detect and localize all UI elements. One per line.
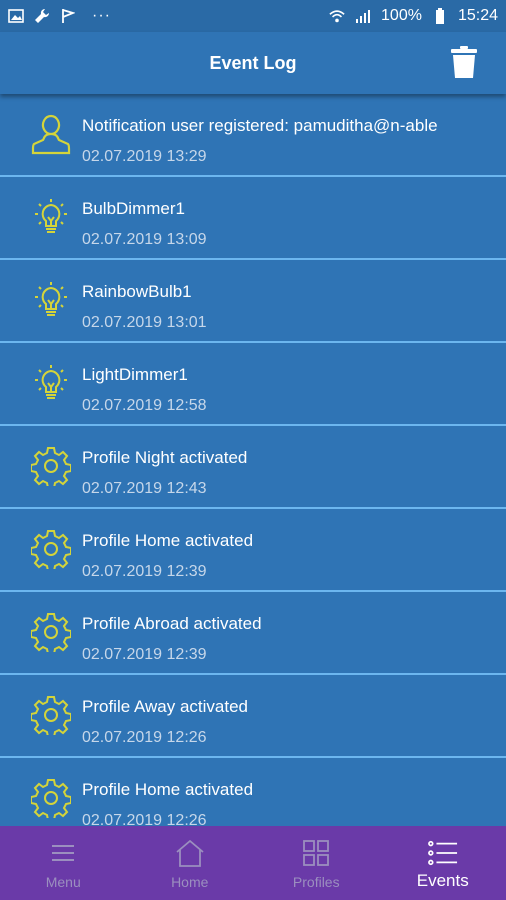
event-time: 02.07.2019 13:01 bbox=[82, 314, 207, 331]
nav-label-events: Events bbox=[416, 871, 469, 890]
event-time: 02.07.2019 12:26 bbox=[82, 729, 207, 746]
gear-icon bbox=[30, 527, 72, 571]
status-left: ··· bbox=[8, 7, 111, 25]
list-item[interactable]: Profile Abroad activated 02.07.2019 12:3… bbox=[0, 592, 506, 675]
person-icon bbox=[30, 112, 72, 156]
list-item[interactable]: Profile Night activated 02.07.2019 12:43 bbox=[0, 426, 506, 509]
nav-label-profiles: Profiles bbox=[292, 874, 340, 890]
gear-icon bbox=[30, 693, 72, 737]
page-title: Event Log bbox=[209, 52, 297, 73]
clear-log-button[interactable] bbox=[450, 44, 478, 80]
battery-icon bbox=[432, 8, 448, 24]
event-title: RainbowBulb1 bbox=[82, 282, 192, 301]
event-title: Notification user registered: pamuditha@… bbox=[82, 116, 438, 135]
bulb-icon bbox=[30, 195, 72, 239]
event-time: 02.07.2019 13:29 bbox=[82, 148, 207, 165]
event-time: 02.07.2019 12:39 bbox=[82, 646, 207, 663]
nav-label-menu: Menu bbox=[45, 874, 81, 890]
gallery-icon bbox=[8, 8, 24, 24]
nav-menu[interactable]: Menu bbox=[0, 826, 127, 900]
home-icon bbox=[175, 838, 205, 868]
event-time: 02.07.2019 12:58 bbox=[82, 397, 207, 414]
list-item[interactable]: RainbowBulb1 02.07.2019 13:01 bbox=[0, 260, 506, 343]
event-title: Profile Abroad activated bbox=[82, 614, 262, 633]
event-time: 02.07.2019 12:26 bbox=[82, 812, 207, 826]
gear-icon bbox=[30, 776, 72, 820]
event-time: 02.07.2019 12:43 bbox=[82, 480, 207, 497]
event-title: Profile Home activated bbox=[82, 531, 254, 550]
event-title: BulbDimmer1 bbox=[82, 199, 185, 218]
list-item[interactable]: Profile Home activated 02.07.2019 12:39 bbox=[0, 509, 506, 592]
more-notifications: ··· bbox=[92, 7, 111, 24]
event-list[interactable]: Notification user registered: pamuditha@… bbox=[0, 94, 506, 826]
app-bar: Event Log bbox=[0, 32, 506, 94]
event-title: LightDimmer1 bbox=[82, 365, 188, 384]
grid-icon bbox=[301, 838, 331, 868]
list-item[interactable]: Profile Home activated 02.07.2019 12:26 bbox=[0, 758, 506, 826]
gear-icon bbox=[30, 444, 72, 488]
list-item[interactable]: BulbDimmer1 02.07.2019 13:09 bbox=[0, 177, 506, 260]
event-time: 02.07.2019 12:39 bbox=[82, 563, 207, 580]
event-title: Profile Away activated bbox=[82, 697, 248, 716]
nav-profiles[interactable]: Profiles bbox=[253, 826, 380, 900]
status-right: 100% 15:24 bbox=[329, 7, 498, 25]
wifi-icon bbox=[329, 8, 345, 24]
bulb-icon bbox=[30, 361, 72, 405]
list-item[interactable]: LightDimmer1 02.07.2019 12:58 bbox=[0, 343, 506, 426]
signal-icon bbox=[355, 8, 371, 24]
trash-icon bbox=[451, 46, 477, 78]
flag-icon bbox=[60, 8, 76, 24]
nav-events[interactable]: Events bbox=[380, 826, 506, 900]
wrench-icon bbox=[34, 8, 50, 24]
status-bar: ··· 100% 15:24 bbox=[0, 0, 506, 32]
list-item[interactable]: Profile Away activated 02.07.2019 12:26 bbox=[0, 675, 506, 758]
event-time: 02.07.2019 13:09 bbox=[82, 231, 207, 248]
event-title: Profile Night activated bbox=[82, 448, 248, 467]
nav-home[interactable]: Home bbox=[127, 826, 254, 900]
menu-icon bbox=[48, 838, 78, 868]
bulb-icon bbox=[30, 278, 72, 322]
event-title: Profile Home activated bbox=[82, 780, 254, 799]
bottom-nav: Menu Home Profiles Events bbox=[0, 826, 506, 900]
gear-icon bbox=[30, 610, 72, 654]
nav-label-home: Home bbox=[171, 874, 209, 890]
battery-percent: 100% bbox=[381, 7, 422, 24]
clock-time: 15:24 bbox=[457, 7, 498, 24]
list-icon bbox=[427, 838, 458, 868]
list-item[interactable]: Notification user registered: pamuditha@… bbox=[0, 94, 506, 177]
